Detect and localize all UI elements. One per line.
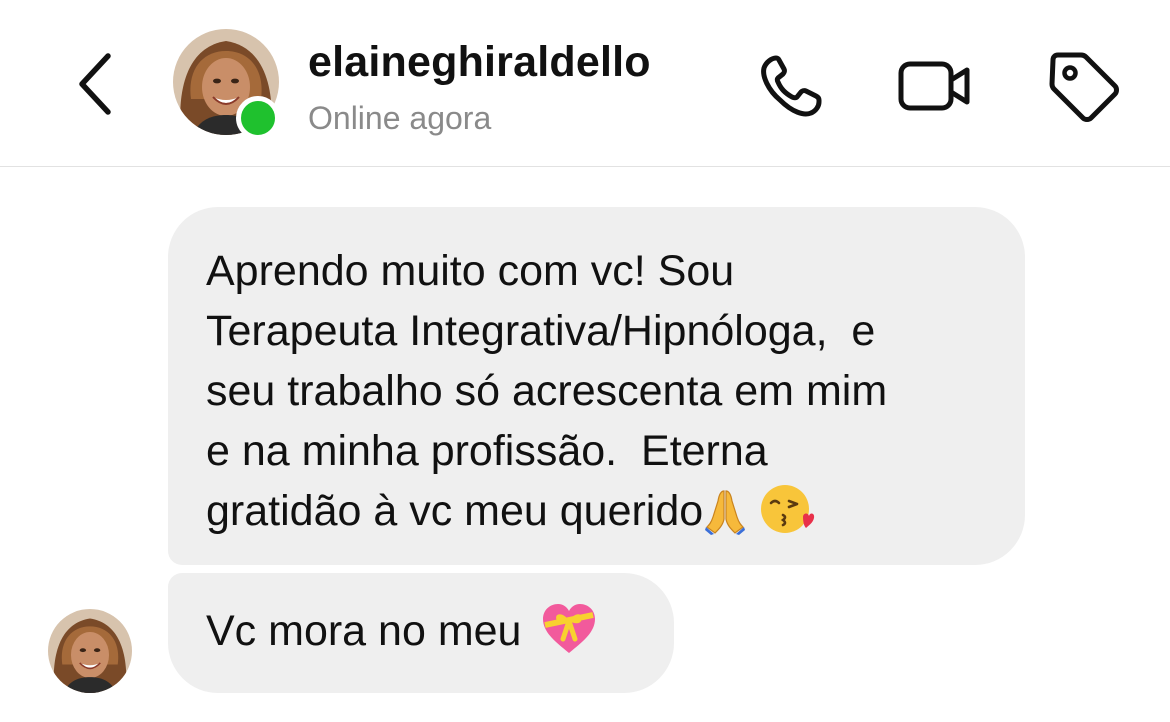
online-status-dot	[236, 96, 280, 140]
message-bubble[interactable]: Vc mora no meu	[168, 573, 674, 693]
message-line: seu trabalho só acrescenta em mim	[206, 367, 888, 415]
sender-avatar[interactable]	[48, 609, 132, 693]
chat-screen: elaineghiraldello Online agora Aprendo m…	[0, 0, 1170, 722]
tag-icon	[1049, 52, 1119, 122]
praying-hands-emoji	[705, 485, 746, 551]
message-line-last: gratidão à vc meu querido	[206, 481, 987, 551]
message-line: Aprendo muito com vc! Sou	[206, 247, 735, 295]
message-line: Terapeuta Integrativa/Hipnóloga, e	[206, 307, 876, 355]
back-button[interactable]	[66, 48, 126, 120]
video-call-button[interactable]	[895, 46, 975, 126]
phone-icon	[761, 55, 822, 117]
message-bubble[interactable]: Aprendo muito com vc! Sou Terapeuta Inte…	[168, 207, 1025, 565]
heart-with-ribbon-emoji	[539, 601, 599, 671]
message-line: e na minha profissão. Eterna	[206, 427, 768, 475]
chat-header: elaineghiraldello Online agora	[0, 0, 1170, 167]
audio-call-button[interactable]	[750, 46, 830, 126]
online-status-text: Online agora	[308, 100, 492, 136]
face-blowing-kiss-emoji	[759, 483, 815, 551]
message-line: gratidão à vc meu querido	[206, 487, 704, 535]
message-text: Vc mora no meu	[206, 607, 522, 655]
tag-button[interactable]	[1043, 46, 1123, 126]
chevron-left-icon	[79, 53, 111, 115]
video-camera-icon	[898, 61, 970, 111]
chat-username[interactable]: elaineghiraldello	[308, 38, 651, 87]
